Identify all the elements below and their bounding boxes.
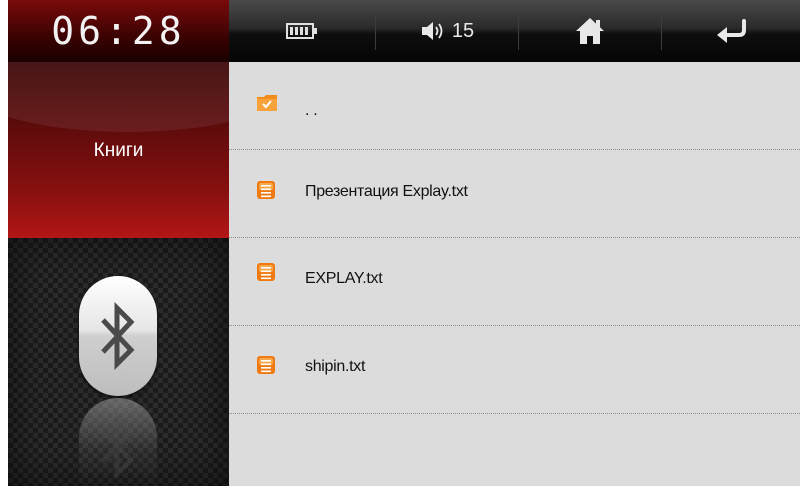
list-item[interactable]: Презентация Explay.txt bbox=[229, 150, 800, 238]
home-button[interactable] bbox=[519, 0, 661, 62]
back-button[interactable] bbox=[662, 0, 800, 62]
list-item[interactable]: EXPLAY.txt bbox=[229, 238, 800, 326]
speaker-icon bbox=[421, 22, 443, 40]
battery-indicator bbox=[229, 0, 375, 62]
clock-display: 06:28 bbox=[8, 0, 229, 62]
file-list: . . Презентация Explay.txt EXPLAY.txt sh… bbox=[229, 62, 800, 486]
folder-up-icon bbox=[257, 95, 277, 111]
left-panel: 06:28 Книги bbox=[8, 0, 229, 488]
text-file-icon bbox=[257, 356, 275, 374]
page-title: Книги bbox=[93, 140, 144, 161]
home-icon bbox=[576, 18, 604, 44]
clock-time: 06:28 bbox=[51, 9, 186, 53]
file-name: shipin.txt bbox=[305, 358, 366, 375]
file-name: Презентация Explay.txt bbox=[305, 183, 468, 200]
file-name: EXPLAY.txt bbox=[305, 270, 383, 287]
text-file-icon bbox=[257, 263, 275, 281]
top-toolbar: 15 bbox=[229, 0, 800, 62]
list-item[interactable]: shipin.txt bbox=[229, 326, 800, 414]
file-name: . . bbox=[305, 102, 318, 119]
list-item-parent-folder[interactable]: . . bbox=[229, 62, 800, 150]
battery-icon bbox=[286, 23, 317, 39]
volume-level: 15 bbox=[451, 19, 475, 42]
bluetooth-icon bbox=[101, 302, 135, 370]
bluetooth-button-reflection bbox=[79, 398, 157, 488]
bluetooth-button[interactable] bbox=[79, 276, 157, 396]
bluetooth-panel bbox=[8, 238, 229, 488]
category-title-panel: Книги bbox=[8, 62, 229, 238]
text-file-icon bbox=[257, 181, 275, 199]
back-arrow-icon bbox=[717, 19, 746, 43]
volume-button[interactable]: 15 bbox=[376, 0, 518, 62]
